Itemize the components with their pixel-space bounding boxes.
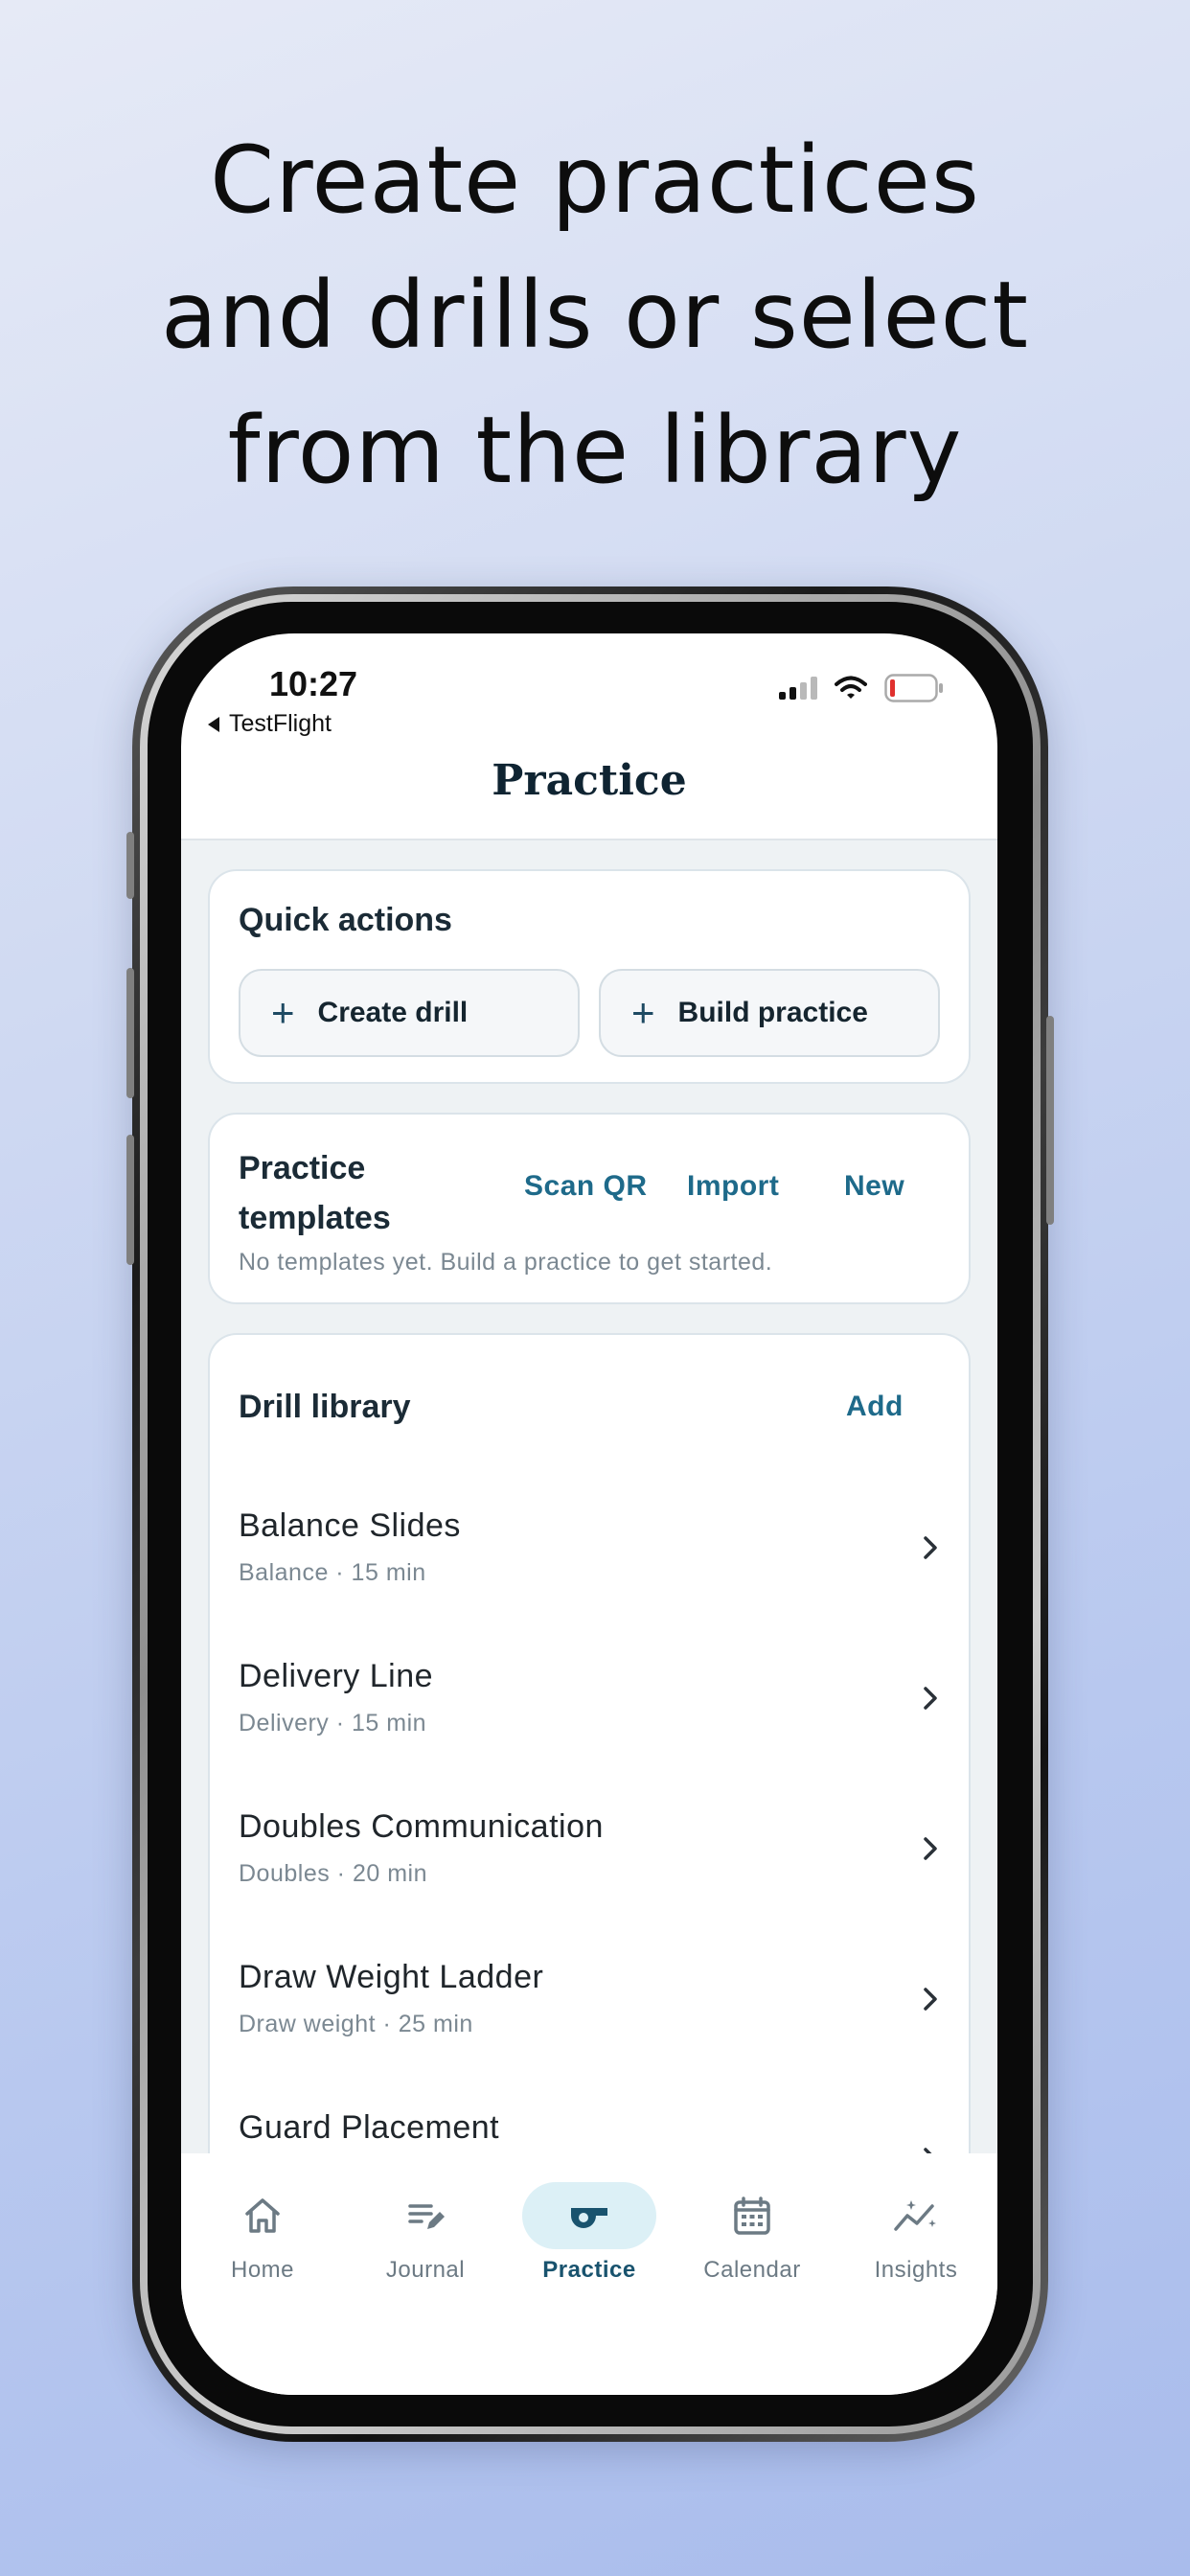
chevron-right-icon [924, 1536, 937, 1559]
home-icon [245, 2198, 280, 2233]
volume-up-button [126, 968, 134, 1098]
practice-templates-card: Practice templates Scan QR Import New No… [208, 1113, 971, 1304]
build-practice-label: Build practice [677, 997, 868, 1028]
chevron-right-icon [924, 2148, 932, 2153]
back-label: TestFlight [229, 710, 332, 737]
templates-empty-text: No templates yet. Build a practice to ge… [239, 1249, 773, 1276]
practice-templates-title-line-2: templates [239, 1200, 391, 1236]
tab-insights[interactable]: Insights [835, 2182, 997, 2297]
back-triangle-icon [208, 716, 219, 732]
drill-row[interactable]: Delivery Line Delivery · 15 min [210, 1641, 973, 1792]
tab-label: Practice [542, 2257, 636, 2283]
chevron-right-icon [924, 1687, 937, 1710]
phone-frame: 10:27 TestFlight Practice Quick actions … [126, 586, 1054, 2442]
active-tab-indicator [522, 2182, 656, 2249]
drill-name: Delivery Line [239, 1658, 434, 1694]
tab-practice[interactable]: Practice [508, 2182, 671, 2297]
status-time: 10:27 [269, 664, 358, 703]
power-button [1046, 1016, 1054, 1225]
scan-qr-button[interactable]: Scan QR [524, 1170, 648, 1203]
drill-row[interactable]: Draw Weight Ladder Draw weight · 25 min [210, 1942, 973, 2093]
drill-name: Doubles Communication [239, 1808, 604, 1845]
battery-icon [884, 674, 943, 702]
signal-icon [779, 677, 817, 700]
plus-icon: + [271, 990, 295, 1035]
build-practice-button[interactable]: + Build practice [599, 969, 940, 1057]
drill-name: Balance Slides [239, 1507, 461, 1544]
insights-icon [894, 2200, 936, 2231]
new-template-button[interactable]: New [844, 1170, 904, 1203]
tab-label: Insights [874, 2257, 958, 2283]
tab-bar: Home Journal Practice Calendar Insights [181, 2153, 997, 2395]
chevron-right-icon [924, 1837, 937, 1860]
tab-journal[interactable]: Journal [344, 2182, 507, 2297]
page-title: Practice [492, 756, 687, 805]
drill-meta: Draw weight · 25 min [239, 2011, 473, 2037]
drill-name: Draw Weight Ladder [239, 1959, 544, 1995]
drill-meta: Delivery · 15 min [239, 1710, 427, 1736]
chevron-right-icon [924, 1988, 937, 2011]
app-screen: 10:27 TestFlight Practice Quick actions … [181, 633, 997, 2395]
drill-row[interactable]: Balance Slides Balance · 15 min [210, 1490, 973, 1642]
tab-label: Journal [385, 2257, 466, 2283]
tab-label: Home [230, 2257, 295, 2283]
practice-templates-title: Practice templates [239, 1143, 391, 1243]
drill-row[interactable]: Guard Placement [210, 2092, 973, 2153]
calendar-icon [734, 2196, 770, 2235]
whistle-icon [571, 2208, 607, 2228]
headline-line-3: from the library [227, 397, 963, 504]
add-drill-button[interactable]: Add [846, 1391, 904, 1423]
headline-line-1: Create practices [210, 126, 980, 234]
promo-headline: Create practices and drills or select fr… [0, 113, 1190, 518]
create-drill-button[interactable]: + Create drill [239, 969, 580, 1057]
create-drill-label: Create drill [317, 997, 469, 1028]
quick-actions-title: Quick actions [239, 902, 452, 938]
main-content: Quick actions + Create drill + Build pra… [181, 840, 997, 2153]
drill-library-title: Drill library [239, 1389, 411, 1425]
headline-line-2: and drills or select [160, 262, 1030, 369]
plus-icon: + [631, 990, 655, 1035]
tab-label: Calendar [703, 2257, 801, 2283]
mute-switch [126, 832, 134, 899]
import-button[interactable]: Import [687, 1170, 779, 1203]
drill-meta: Doubles · 20 min [239, 1860, 427, 1887]
journal-icon [408, 2204, 445, 2229]
practice-templates-title-line-1: Practice [239, 1150, 366, 1186]
quick-actions-card: Quick actions + Create drill + Build pra… [208, 869, 971, 1084]
tab-calendar[interactable]: Calendar [671, 2182, 834, 2297]
wifi-icon [835, 676, 867, 699]
status-indicators [779, 674, 944, 702]
drill-meta: Balance · 15 min [239, 1559, 426, 1586]
tab-home[interactable]: Home [181, 2182, 344, 2297]
drill-row[interactable]: Doubles Communication Doubles · 20 min [210, 1791, 973, 1943]
volume-down-button [126, 1135, 134, 1265]
drill-name: Guard Placement [239, 2109, 500, 2146]
drill-library-card: Drill library Add Balance Slides Balance… [208, 1333, 971, 2153]
testflight-back-link[interactable]: TestFlight [206, 710, 332, 738]
